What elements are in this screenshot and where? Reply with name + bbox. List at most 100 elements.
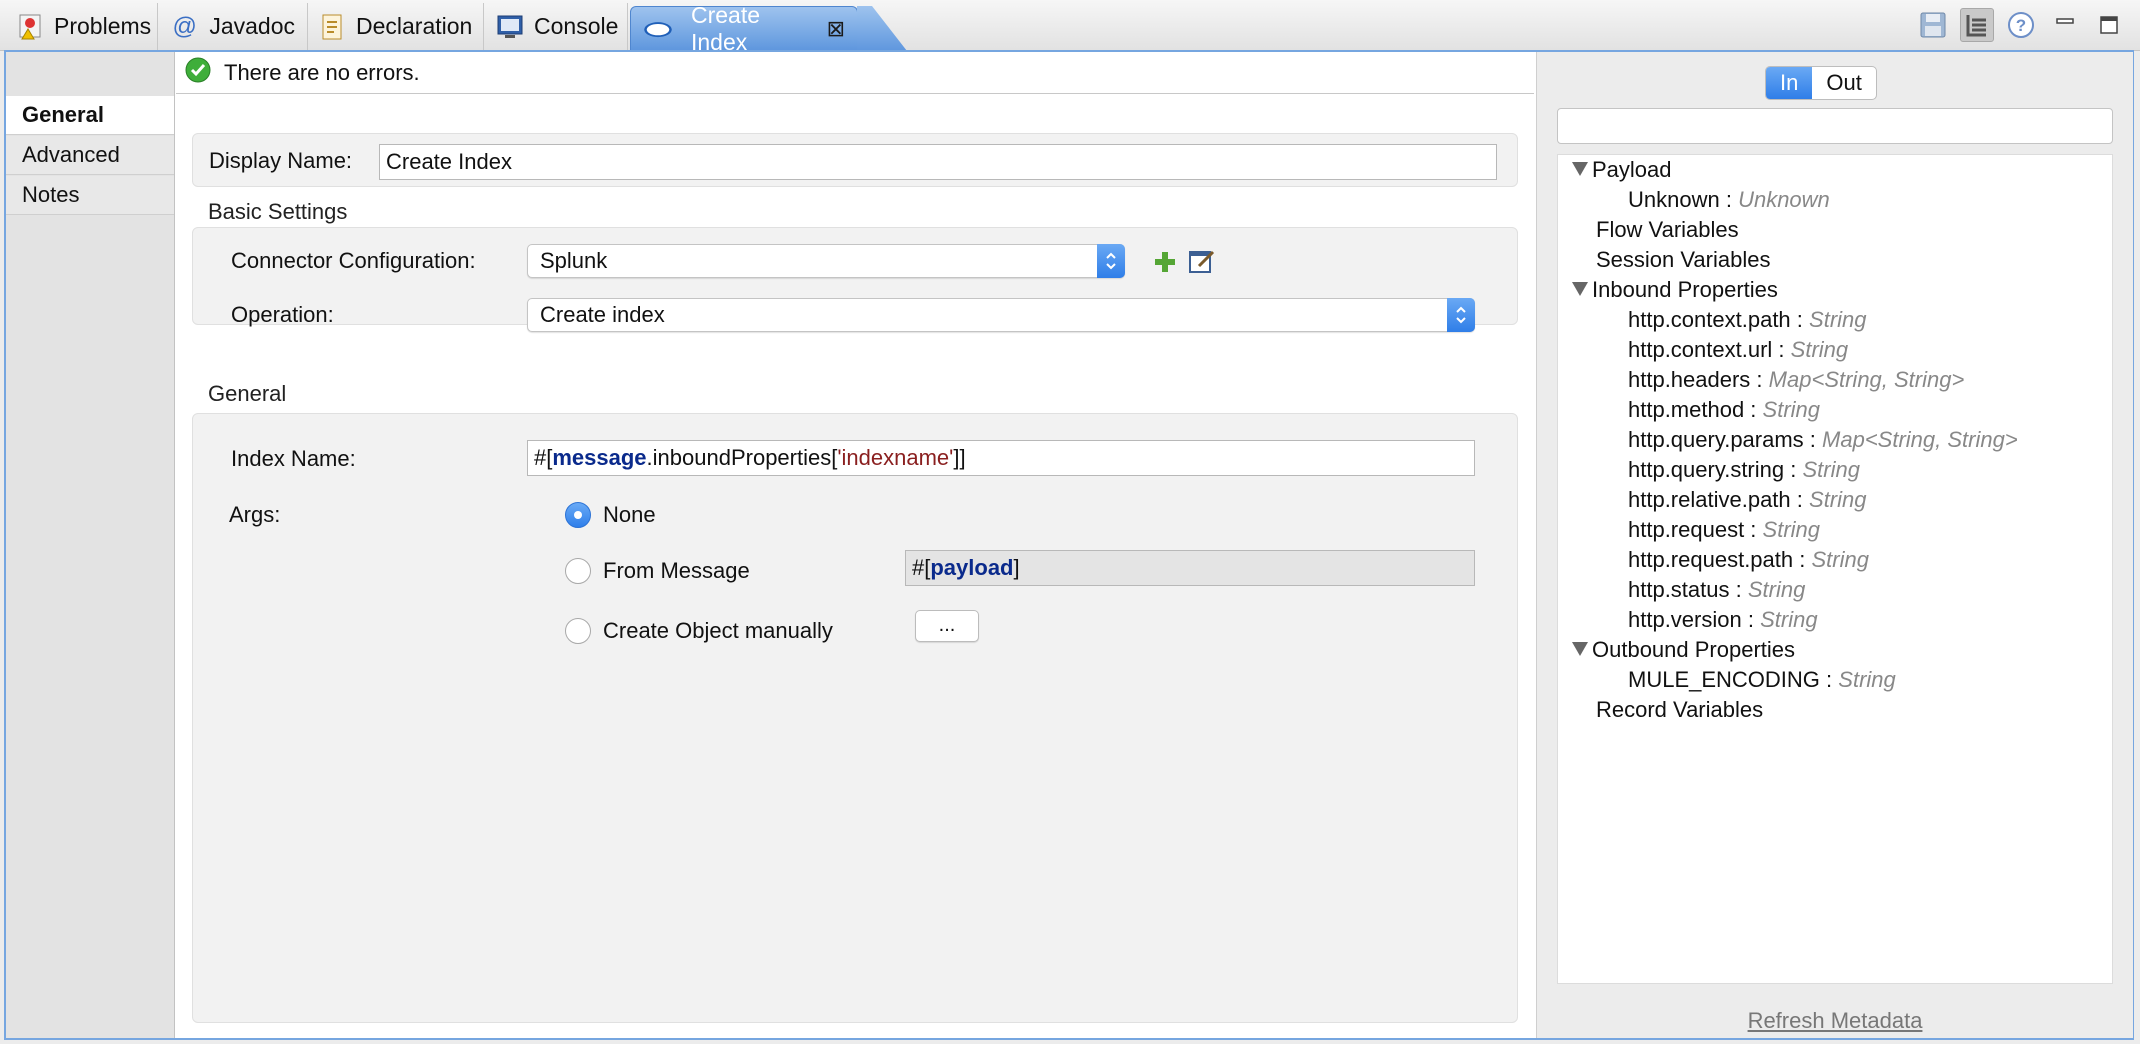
tree-leaf-name: http.query.params : [1628, 427, 1816, 452]
tree-leaf[interactable]: Unknown : Unknown [1628, 187, 1830, 213]
tab-console[interactable]: Console [484, 3, 628, 50]
tree-leaf-name: http.context.path : [1628, 307, 1803, 332]
side-tab-notes[interactable]: Notes [6, 176, 174, 215]
expr-middle: .inboundProperties[ [646, 445, 838, 470]
operation-label: Operation: [231, 302, 334, 327]
tree-leaf-name: http.context.url : [1628, 337, 1785, 362]
expr-prefix: #[ [534, 445, 553, 470]
index-name-label: Index Name: [231, 446, 356, 471]
tree-node-inbound-properties[interactable]: Inbound Properties [1572, 277, 1778, 303]
tree-leaf[interactable]: MULE_ENCODING : String [1628, 667, 1896, 693]
tree-leaf-name: http.status : [1628, 577, 1742, 602]
from-message-input: #[payload] [905, 550, 1475, 586]
tree-leaf-type: String [1747, 577, 1806, 602]
view-toolbar: ? [1916, 8, 2126, 42]
create-object-button[interactable]: ... [915, 610, 979, 642]
tree-leaf-name: MULE_ENCODING : [1628, 667, 1833, 692]
minimize-icon[interactable] [2048, 8, 2082, 42]
tree-leaf-type: String [1790, 337, 1849, 362]
tab-label: Problems [54, 13, 152, 39]
chevron-updown-icon [1447, 298, 1475, 332]
help-icon[interactable]: ? [2004, 8, 2038, 42]
tree-leaf[interactable]: http.status : String [1628, 577, 1805, 603]
tab-problems[interactable]: Problems [6, 3, 158, 50]
basic-settings-title: Basic Settings [208, 199, 348, 224]
segment-in[interactable]: In [1766, 67, 1813, 99]
general-group: Index Name: #[message.inboundProperties[… [192, 413, 1518, 1023]
tab-create-index[interactable]: Create Index ⊠ [630, 2, 858, 55]
args-label: Args: [229, 502, 281, 527]
tree-leaf[interactable]: http.request : String [1628, 517, 1820, 543]
tree-leaf-type: String [1811, 547, 1869, 572]
tab-javadoc[interactable]: @ Javadoc [158, 3, 308, 50]
tree-leaf[interactable]: http.version : String [1628, 607, 1818, 633]
editor-tab-bar: Problems @ Javadoc Declaration Console C… [0, 0, 2140, 55]
connector-config-select[interactable]: Splunk [527, 244, 1125, 278]
edit-config-icon[interactable] [1187, 246, 1217, 282]
operation-select[interactable]: Create index [527, 298, 1475, 332]
radio-none[interactable] [565, 502, 591, 528]
add-config-icon[interactable] [1151, 248, 1179, 282]
expr-suffix: ]] [953, 445, 966, 470]
tree-leaf[interactable]: http.context.url : String [1628, 337, 1848, 363]
basic-settings-group: Connector Configuration: Splunk Operatio… [192, 227, 1518, 332]
tree-node-record-variables[interactable]: Record Variables [1596, 697, 1763, 723]
connector-config-label: Connector Configuration: [231, 248, 476, 273]
tree-leaf[interactable]: http.relative.path : String [1628, 487, 1867, 513]
save-icon[interactable] [1916, 8, 1950, 42]
tree-node-flow-variables[interactable]: Flow Variables [1596, 217, 1739, 243]
tab-label: Create Index [691, 1, 761, 55]
general-section-title: General [208, 381, 287, 406]
side-tab-advanced[interactable]: Advanced [6, 136, 174, 175]
radio-from-message[interactable] [565, 558, 591, 584]
radio-from-message-label: From Message [603, 558, 750, 583]
radio-none-label: None [603, 502, 656, 527]
maximize-icon[interactable] [2092, 8, 2126, 42]
tree-leaf[interactable]: http.request.path : String [1628, 547, 1869, 573]
display-name-group: Display Name: Create Index [192, 133, 1518, 187]
segment-out[interactable]: Out [1812, 67, 1875, 99]
tree-leaf[interactable]: http.context.path : String [1628, 307, 1867, 333]
tree-leaf[interactable]: http.query.params : Map<String, String> [1628, 427, 2018, 453]
tree-leaf[interactable]: http.query.string : String [1628, 457, 1860, 483]
tree-leaf-type: Map<String, String> [1768, 367, 1965, 392]
expand-triangle-icon [1572, 282, 1588, 296]
radio-create-object[interactable] [565, 618, 591, 644]
expand-triangle-icon [1572, 162, 1588, 176]
tree-leaf[interactable]: http.method : String [1628, 397, 1820, 423]
chevron-updown-icon [1097, 244, 1125, 278]
display-name-label: Display Name: [209, 148, 353, 173]
expr-suffix: ] [1013, 555, 1020, 580]
side-tab-general[interactable]: General [6, 96, 174, 135]
tab-label: Console [534, 13, 619, 39]
tree-leaf[interactable]: http.headers : Map<String, String> [1628, 367, 1964, 393]
display-name-input[interactable]: Create Index [379, 144, 1497, 180]
tree-leaf-type: String [1762, 517, 1821, 542]
connector-config-value: Splunk [540, 248, 608, 273]
check-circle-icon [184, 56, 212, 90]
expand-triangle-icon [1572, 642, 1588, 656]
properties-form: Display Name: Create Index Basic Setting… [176, 95, 1534, 1038]
outline-icon[interactable] [1960, 8, 1994, 42]
tree-leaf-type: String [1809, 487, 1867, 512]
tree-node-outbound-properties[interactable]: Outbound Properties [1572, 637, 1795, 663]
cloud-icon [643, 14, 673, 44]
svg-text:?: ? [2016, 16, 2026, 35]
tab-declaration[interactable]: Declaration [308, 3, 484, 50]
tree-leaf-type: Unknown [1738, 187, 1830, 212]
tree-node-payload[interactable]: Payload [1572, 157, 1672, 183]
tree-leaf-name: http.headers : [1628, 367, 1763, 392]
index-name-input[interactable]: #[message.inboundProperties['indexname']… [527, 440, 1475, 476]
console-icon [496, 12, 524, 42]
tree-label: Inbound Properties [1592, 277, 1778, 302]
problems-icon [18, 12, 44, 42]
close-icon[interactable]: ⊠ [827, 16, 845, 42]
editor-frame: General Advanced Notes There are no erro… [4, 50, 2134, 1040]
tree-node-session-variables[interactable]: Session Variables [1596, 247, 1770, 273]
in-out-toggle: In Out [1765, 66, 1877, 100]
refresh-metadata-link[interactable]: Refresh Metadata [1537, 1008, 2133, 1034]
metadata-filter-input[interactable] [1557, 108, 2113, 144]
tree-leaf-type: String [1838, 667, 1896, 692]
metadata-tree: Payload Unknown : Unknown Flow Variables… [1557, 154, 2113, 984]
tree-leaf-type: String [1809, 307, 1867, 332]
